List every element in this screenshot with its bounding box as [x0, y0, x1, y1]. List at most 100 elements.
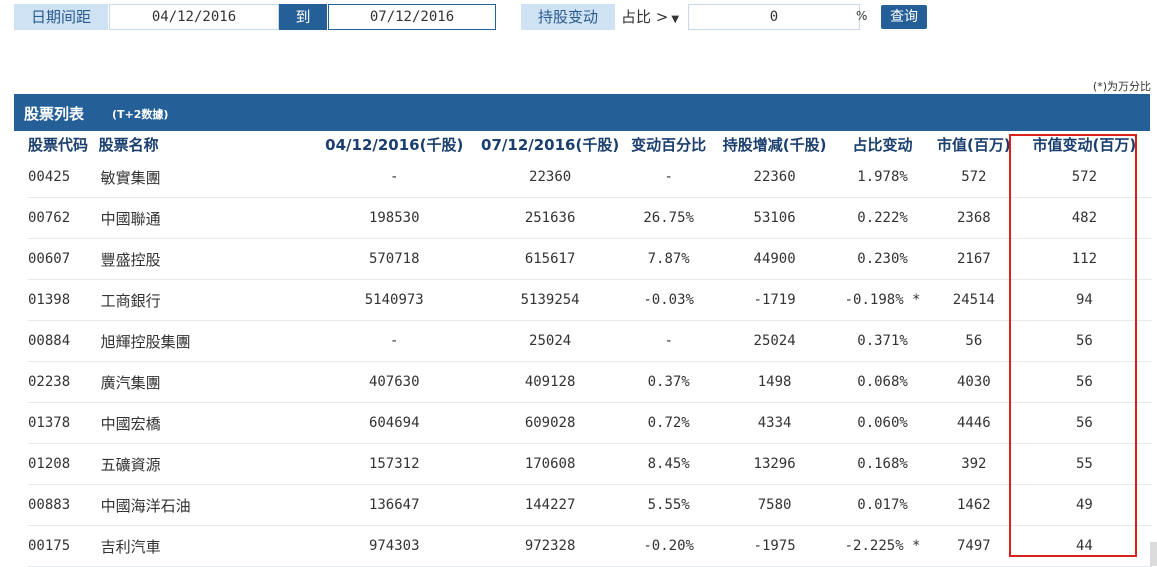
cell-ratio-change: 0.060% — [834, 402, 931, 444]
cell-share-delta: 53106 — [715, 197, 835, 239]
cell-ratio-change: 0.222% — [834, 197, 931, 239]
cell-ratio-change: -0.198% * — [834, 279, 931, 321]
cell-end-shares: 609028 — [477, 402, 623, 444]
cell-start-shares: 198530 — [310, 197, 478, 239]
col-header-change-pct[interactable]: 变动百分比 — [622, 131, 715, 157]
cell-change-pct: - — [622, 320, 716, 362]
table-row: 00884 旭輝控股集團 - 25024 - 25024 0.371% 56 5… — [28, 320, 1152, 362]
start-date-input[interactable]: 04/12/2016 — [109, 4, 279, 30]
cell-start-shares: - — [310, 320, 478, 362]
cell-name[interactable]: 五礦資源 — [98, 443, 311, 485]
cell-code: 01398 — [28, 279, 99, 321]
cell-end-shares: 170608 — [477, 443, 623, 485]
col-header-name[interactable]: 股票名称 — [99, 131, 311, 157]
ratio-value-input[interactable]: 0 — [688, 4, 860, 30]
col-header-ratio-change[interactable]: 占比变动 — [834, 131, 931, 157]
cell-ratio-change: 0.017% — [834, 484, 931, 526]
ratio-note: (*)为万分比 — [1092, 80, 1151, 93]
cell-market-value-change: 56 — [1016, 320, 1152, 362]
cell-market-value: 572 — [930, 157, 1017, 198]
cell-start-shares: 5140973 — [310, 279, 478, 321]
cell-market-value-change: 112 — [1016, 238, 1152, 280]
stock-list-header: 股票列表 (T+2数據) — [14, 94, 1150, 131]
cell-code: 00607 — [28, 238, 99, 280]
end-date-input[interactable]: 07/12/2016 — [328, 4, 496, 30]
table-row: 01398 工商銀行 5140973 5139254 -0.03% -1719 … — [28, 279, 1152, 321]
cell-end-shares: 972328 — [477, 525, 623, 567]
cell-name[interactable]: 中國宏橋 — [98, 402, 311, 444]
cell-change-pct: -0.03% — [622, 279, 716, 321]
stock-list-subtitle: (T+2数據) — [112, 108, 169, 121]
cell-end-shares: 409128 — [477, 361, 623, 403]
cell-ratio-change: 1.978% — [834, 157, 931, 198]
cell-start-shares: 407630 — [310, 361, 478, 403]
filter-bar: 日期间距 04/12/2016 到 07/12/2016 持股变动 占比 > ▼ … — [0, 0, 1157, 34]
cell-name[interactable]: 豐盛控股 — [98, 238, 311, 280]
ratio-select[interactable]: 占比 > ▼ — [617, 4, 687, 30]
cell-end-shares: 22360 — [477, 157, 623, 198]
cell-end-shares: 251636 — [477, 197, 623, 239]
cell-ratio-change: 0.068% — [834, 361, 931, 403]
table-row: 00175 吉利汽車 974303 972328 -0.20% -1975 -2… — [28, 525, 1152, 567]
cell-market-value-change: 482 — [1016, 197, 1152, 239]
col-header-market-value[interactable]: 市值(百万) — [931, 131, 1017, 157]
cell-change-pct: 8.45% — [622, 443, 716, 485]
cell-share-delta: 25024 — [715, 320, 835, 362]
col-header-end-shares[interactable]: 07/12/2016(千股) — [478, 131, 622, 157]
cell-market-value: 392 — [930, 443, 1017, 485]
cell-share-delta: -1975 — [715, 525, 835, 567]
cell-market-value: 4446 — [930, 402, 1017, 444]
table-row: 00425 敏實集團 - 22360 - 22360 1.978% 572 57… — [28, 157, 1152, 198]
cell-market-value-change: 49 — [1016, 484, 1152, 526]
cell-code: 01378 — [28, 402, 99, 444]
cell-share-delta: 44900 — [715, 238, 835, 280]
dropdown-arrow-icon: ▼ — [671, 14, 680, 25]
cell-code: 00884 — [28, 320, 99, 362]
cell-change-pct: 0.72% — [622, 402, 716, 444]
cell-code: 00425 — [28, 157, 99, 198]
cell-code: 00883 — [28, 484, 99, 526]
cell-name[interactable]: 吉利汽車 — [98, 525, 311, 567]
cell-end-shares: 5139254 — [477, 279, 623, 321]
cell-name[interactable]: 旭輝控股集團 — [98, 320, 311, 362]
cell-start-shares: - — [310, 157, 478, 198]
cell-start-shares: 974303 — [310, 525, 478, 567]
cell-ratio-change: 0.230% — [834, 238, 931, 280]
cell-change-pct: -0.20% — [622, 525, 716, 567]
cell-change-pct: 26.75% — [622, 197, 716, 239]
cell-market-value: 2167 — [930, 238, 1017, 280]
cell-name[interactable]: 敏實集團 — [98, 157, 311, 198]
holding-change-label: 持股变动 — [521, 4, 615, 30]
scrollbar[interactable] — [1150, 542, 1157, 566]
cell-code: 00762 — [28, 197, 99, 239]
cell-market-value: 7497 — [930, 525, 1017, 567]
cell-change-pct: - — [622, 157, 716, 198]
cell-share-delta: 4334 — [715, 402, 835, 444]
cell-start-shares: 157312 — [310, 443, 478, 485]
cell-change-pct: 7.87% — [622, 238, 716, 280]
cell-share-delta: 7580 — [715, 484, 835, 526]
cell-market-value: 1462 — [930, 484, 1017, 526]
cell-end-shares: 615617 — [477, 238, 623, 280]
col-header-market-value-change[interactable]: 市值变动(百万) — [1017, 131, 1152, 157]
cell-name[interactable]: 廣汽集團 — [98, 361, 311, 403]
cell-share-delta: 13296 — [715, 443, 835, 485]
cell-code: 00175 — [28, 525, 99, 567]
cell-share-delta: 1498 — [715, 361, 835, 403]
table-row: 00883 中國海洋石油 136647 144227 5.55% 7580 0.… — [28, 484, 1152, 526]
cell-code: 01208 — [28, 443, 99, 485]
table-row: 01208 五礦資源 157312 170608 8.45% 13296 0.1… — [28, 443, 1152, 485]
cell-market-value: 56 — [930, 320, 1017, 362]
cell-name[interactable]: 中國海洋石油 — [98, 484, 311, 526]
cell-market-value: 4030 — [930, 361, 1017, 403]
col-header-share-delta[interactable]: 持股增减(千股) — [715, 131, 834, 157]
col-header-code[interactable]: 股票代码 — [28, 131, 99, 157]
cell-name[interactable]: 中國聯通 — [98, 197, 311, 239]
cell-name[interactable]: 工商銀行 — [98, 279, 311, 321]
cell-market-value-change: 572 — [1016, 157, 1152, 198]
table-row: 00762 中國聯通 198530 251636 26.75% 53106 0.… — [28, 197, 1152, 239]
col-header-start-shares[interactable]: 04/12/2016(千股) — [311, 131, 478, 157]
query-button[interactable]: 查询 — [881, 5, 927, 29]
cell-ratio-change: 0.168% — [834, 443, 931, 485]
cell-market-value-change: 55 — [1016, 443, 1152, 485]
